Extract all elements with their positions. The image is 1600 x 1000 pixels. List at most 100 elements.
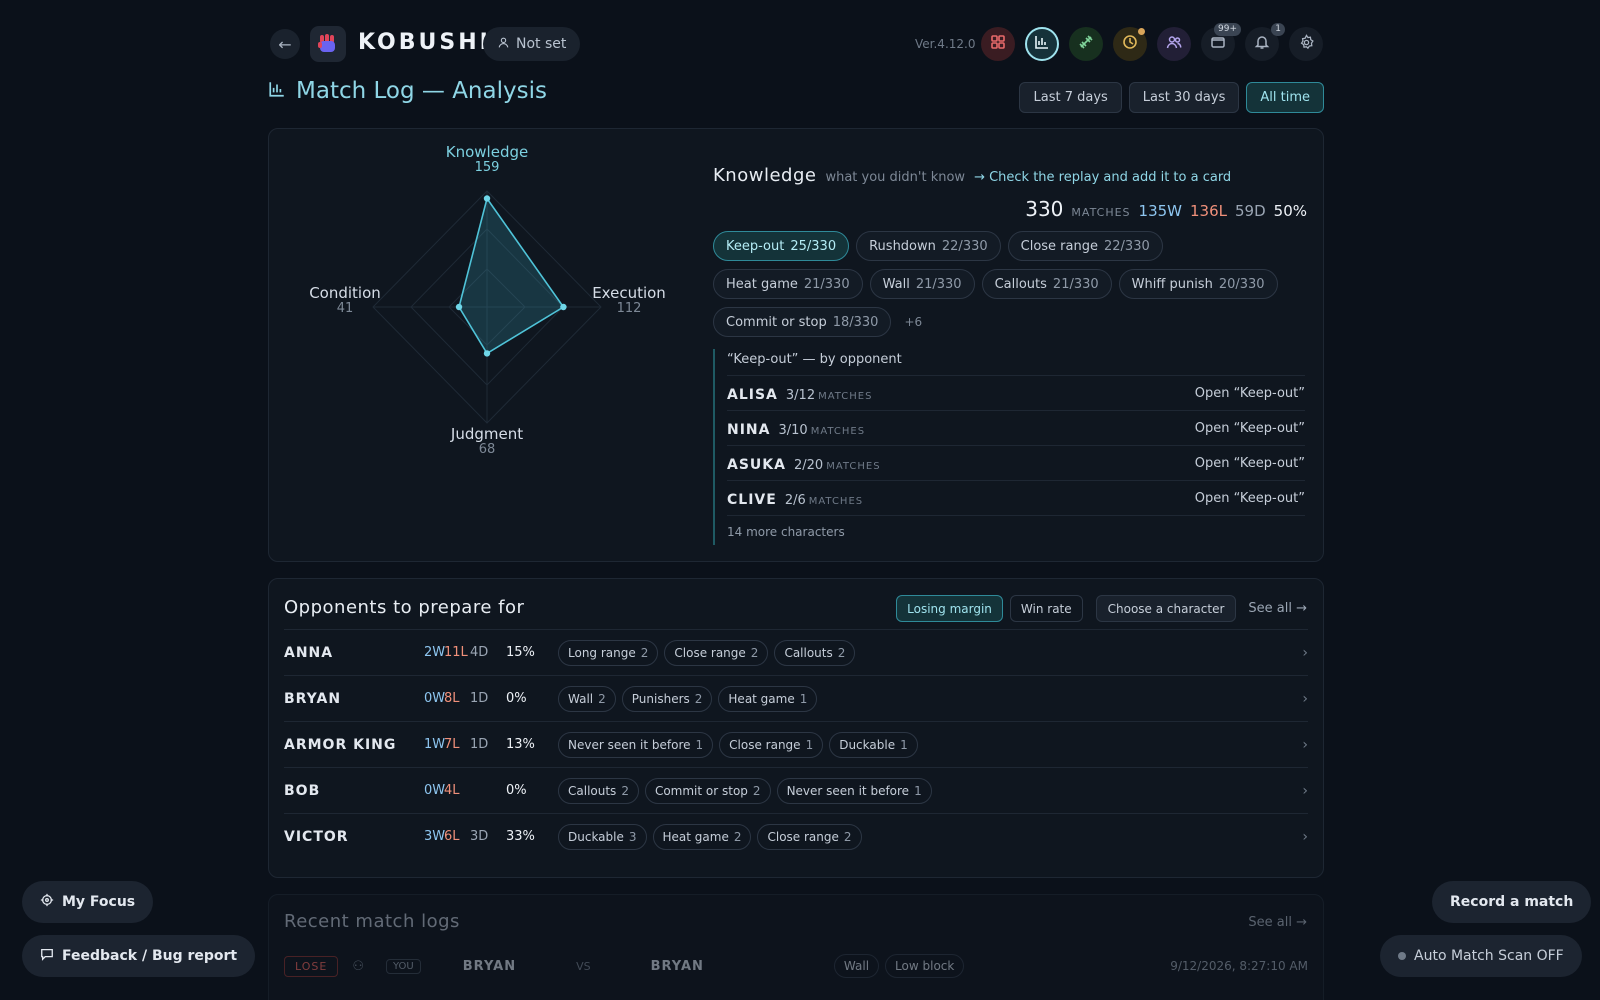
- radar-axis-value: 41: [336, 301, 354, 316]
- user-icon: [497, 36, 510, 53]
- chip-wall[interactable]: Wall 21/330: [869, 269, 975, 299]
- opponent-count: 2/20: [793, 457, 824, 473]
- target-icon: [40, 893, 54, 911]
- radar-point-judgment: [483, 350, 491, 357]
- table-row[interactable]: BOB 0W 4L 0% Callouts 2 Commit or stop 2 N…: [284, 767, 1308, 813]
- draws: 1D: [470, 737, 489, 752]
- draws: 4D: [470, 645, 489, 660]
- tag-label: Callouts: [568, 783, 617, 798]
- sort-win-rate[interactable]: Win rate: [1009, 595, 1083, 622]
- result-badge: LOSE: [284, 955, 339, 977]
- tag[interactable]: Commit or stop 2: [644, 777, 771, 804]
- tag-count: 1: [799, 691, 808, 706]
- table-row[interactable]: ANNA 2W 11L 4D 15% Long range 2 Close ran…: [284, 629, 1308, 675]
- range-last-30-days[interactable]: Last 30 days: [1128, 82, 1240, 113]
- opponent-name: CLIVE: [727, 491, 777, 508]
- my-focus-button[interactable]: My Focus: [22, 881, 154, 923]
- settings-button[interactable]: [1289, 27, 1323, 61]
- open-keep-out-link[interactable]: Open “Keep-out”: [1195, 491, 1305, 506]
- tag[interactable]: Punishers 2: [621, 685, 713, 712]
- table-row[interactable]: LOSE ⚇ YOU BRYAN VS BRYAN Wall Low block…: [284, 951, 1308, 981]
- training-nav-button[interactable]: [1069, 27, 1103, 61]
- list-item[interactable]: NINA 3/10 MATCHES Open “Keep-out”: [727, 410, 1305, 445]
- list-item[interactable]: ALISA 3/12 MATCHES Open “Keep-out”: [727, 375, 1305, 410]
- tag[interactable]: Heat game 1: [718, 685, 818, 712]
- analysis-card: Knowledge 159 Execution 112 Judgment 68 …: [268, 128, 1324, 562]
- knowledge-subtitle: what you didn't know: [825, 170, 966, 185]
- record-match-button[interactable]: Record a match: [1432, 881, 1592, 923]
- tag[interactable]: Duckable 3: [558, 823, 647, 850]
- tag[interactable]: Callouts 2: [558, 777, 639, 804]
- chip-count: 18/330: [832, 314, 879, 330]
- tag-label: Wall: [568, 691, 594, 706]
- range-all-time[interactable]: All time: [1246, 82, 1324, 113]
- radar-label-condition[interactable]: Condition 41: [309, 284, 381, 316]
- back-button[interactable]: ←: [270, 29, 300, 59]
- history-nav-button[interactable]: [1113, 27, 1147, 61]
- tag[interactable]: Close range 1: [719, 731, 824, 758]
- chip-count: 20/330: [1218, 276, 1265, 292]
- open-keep-out-link[interactable]: Open “Keep-out”: [1195, 421, 1305, 436]
- table-row[interactable]: ARMOR KING 1W 7L 1D 13% Never seen it be…: [284, 721, 1308, 767]
- tag[interactable]: Low block: [885, 954, 965, 978]
- radar-label-execution[interactable]: Execution 112: [592, 284, 666, 316]
- tag-label: Never seen it before: [786, 783, 910, 798]
- feedback-button[interactable]: Feedback / Bug report: [22, 935, 256, 977]
- analysis-nav-button[interactable]: [1025, 27, 1059, 61]
- table-row[interactable]: VICTOR 3W 6L 3D 33% Duckable 3 Heat game 2…: [284, 813, 1308, 859]
- chip-rushdown[interactable]: Rushdown 22/330: [856, 231, 1001, 261]
- tag[interactable]: Callouts 2: [774, 639, 856, 666]
- tag[interactable]: Duckable 1: [829, 731, 918, 758]
- choose-character-button[interactable]: Choose a character: [1095, 595, 1237, 622]
- side-badge: YOU: [385, 958, 421, 974]
- tag[interactable]: Never seen it before 1: [558, 731, 714, 758]
- sort-losing-margin[interactable]: Losing margin: [896, 595, 1003, 622]
- radar-label-knowledge[interactable]: Knowledge 159: [446, 143, 528, 175]
- chip-heat-game[interactable]: Heat game 21/330: [713, 269, 863, 299]
- open-keep-out-link[interactable]: Open “Keep-out”: [1195, 386, 1305, 401]
- notifications-button[interactable]: 1: [1245, 23, 1285, 61]
- chip-close-range[interactable]: Close range 22/330: [1007, 231, 1163, 261]
- tag[interactable]: Close range 2: [757, 823, 862, 850]
- opponent-name: BRYAN: [284, 690, 342, 707]
- chip-keep-out[interactable]: Keep-out 25/330: [713, 231, 850, 261]
- tag[interactable]: Heat game 2: [652, 823, 752, 850]
- table-row[interactable]: BRYAN 0W 8L 1D 0% Wall 2 Punishers 2 Heat …: [284, 675, 1308, 721]
- community-nav-button[interactable]: [1157, 27, 1191, 61]
- tag[interactable]: Wall 2: [558, 685, 616, 712]
- opponents-see-all-link[interactable]: See all →: [1248, 601, 1307, 616]
- matches-unit: MATCHES: [808, 495, 864, 507]
- losses: 11L: [444, 645, 468, 660]
- more-chips-button[interactable]: +6: [898, 307, 922, 337]
- opponent-tags: Wall 2 Punishers 2 Heat game 1: [558, 685, 1302, 712]
- opponent-name: ALISA: [727, 386, 778, 403]
- radar-label-judgment[interactable]: Judgment 68: [451, 425, 523, 457]
- matches-label: MATCHES: [1071, 206, 1131, 219]
- radar-area: [458, 196, 565, 355]
- chip-label: Whiff punish: [1131, 276, 1213, 292]
- opponent-name: ASUKA: [727, 456, 786, 473]
- list-item[interactable]: CLIVE 2/6 MATCHES Open “Keep-out”: [727, 480, 1305, 515]
- chip-callouts[interactable]: Callouts 21/330: [981, 269, 1112, 299]
- tag[interactable]: Close range 2: [664, 639, 769, 666]
- match-stats: 330 MATCHES 135W 136L 59D 50%: [1025, 197, 1307, 221]
- profile-button[interactable]: Not set: [483, 27, 581, 61]
- tag[interactable]: Long range 2: [558, 639, 659, 666]
- chip-whiff-punish[interactable]: Whiff punish 20/330: [1118, 269, 1278, 299]
- grid-nav-button[interactable]: [981, 27, 1015, 61]
- range-last-7-days[interactable]: Last 7 days: [1019, 82, 1122, 113]
- chevron-right-icon: ›: [1302, 690, 1308, 707]
- bar-chart-icon: [1034, 34, 1050, 54]
- auto-scan-toggle[interactable]: Auto Match Scan OFF: [1380, 935, 1582, 977]
- draws: 3D: [470, 829, 489, 844]
- tag[interactable]: Never seen it before 1: [776, 777, 932, 804]
- losses: 7L: [444, 737, 460, 752]
- tag[interactable]: Wall: [833, 954, 880, 978]
- more-characters-link[interactable]: 14 more characters: [727, 515, 1305, 539]
- open-keep-out-link[interactable]: Open “Keep-out”: [1195, 456, 1305, 471]
- list-item[interactable]: ASUKA 2/20 MATCHES Open “Keep-out”: [727, 445, 1305, 480]
- recent-see-all-link[interactable]: See all →: [1248, 915, 1307, 930]
- chip-commit-or-stop[interactable]: Commit or stop 18/330: [713, 307, 892, 337]
- storage-nav-button[interactable]: 99+: [1201, 23, 1241, 61]
- replay-cta-link[interactable]: → Check the replay and add it to a card: [974, 170, 1231, 185]
